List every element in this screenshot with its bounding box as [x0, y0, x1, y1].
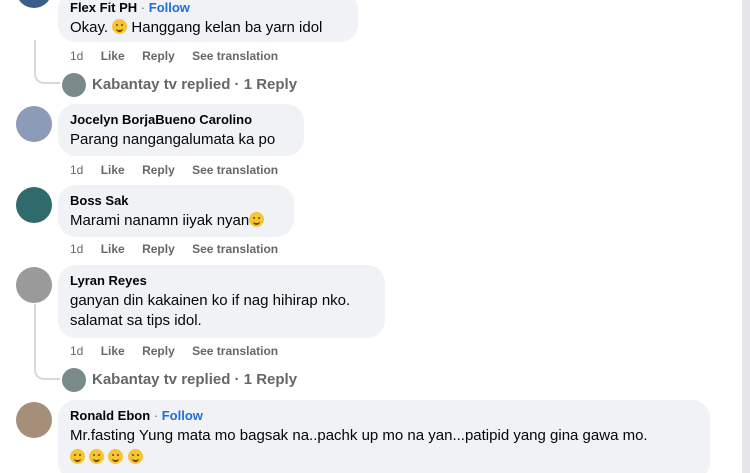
see-translation-link[interactable]: See translation [192, 344, 278, 358]
comment-bubble: Jocelyn BorjaBueno Carolino Parang nanga… [58, 104, 304, 156]
comment-actions: 1d Like Reply See translation [70, 162, 292, 178]
grin-emoji-icon [70, 449, 85, 464]
reply-button[interactable]: Reply [142, 49, 175, 63]
comment-bubble: Lyran Reyes ganyan din kakainen ko if na… [58, 265, 385, 338]
comment-jocelyn: Jocelyn BorjaBueno Carolino Parang nanga… [0, 104, 740, 184]
follow-link[interactable]: Follow [149, 0, 190, 15]
comment-actions: 1d Like Reply See translation [70, 343, 292, 359]
comment-time[interactable]: 1d [70, 242, 83, 256]
comment-author-line: Flex Fit PH · Follow [70, 0, 190, 15]
reply-avatar [62, 73, 86, 97]
like-button[interactable]: Like [101, 242, 125, 256]
avatar[interactable] [16, 402, 52, 438]
like-button[interactable]: Like [101, 49, 125, 63]
comment-actions: 1d Like Reply See translation [70, 241, 292, 257]
reply-button[interactable]: Reply [142, 163, 175, 177]
smile-emoji-icon [112, 19, 128, 34]
comment-ronald-ebon: Ronald Ebon · Follow Mr.fasting Yung mat… [0, 400, 740, 473]
see-translation-link[interactable]: See translation [192, 242, 278, 256]
comment-text: Parang nangangalumata ka po [70, 131, 276, 148]
comment-bubble: Flex Fit PH · Follow Okay. Hanggang kela… [58, 0, 358, 42]
comment-text: Marami nanamn iiyak nyan [70, 211, 282, 231]
laughing-emoji-icon [89, 449, 105, 464]
comment-author-line: Ronald Ebon · Follow [70, 408, 203, 423]
avatar[interactable] [16, 267, 52, 303]
author-name[interactable]: Flex Fit PH [70, 0, 137, 15]
like-button[interactable]: Like [101, 344, 125, 358]
reply-avatar [62, 368, 86, 392]
view-replies-link[interactable]: Kabantay tv replied · 1 Reply [62, 73, 297, 97]
view-replies-link[interactable]: Kabantay tv replied · 1 Reply [62, 368, 297, 392]
see-translation-link[interactable]: See translation [192, 49, 278, 63]
follow-link[interactable]: Follow [162, 408, 203, 423]
see-translation-link[interactable]: See translation [192, 163, 278, 177]
comment-text: Mr.fasting Yung mata mo bagsak na..pachk… [70, 427, 648, 444]
comment-bubble: Ronald Ebon · Follow Mr.fasting Yung mat… [58, 400, 710, 473]
scrollbar-track[interactable] [742, 0, 750, 473]
comment-lyran-reyes: Lyran Reyes ganyan din kakainen ko if na… [0, 265, 740, 365]
comment-bubble: Boss Sak Marami nanamn iiyak nyan [58, 185, 294, 237]
comment-time[interactable]: 1d [70, 49, 83, 63]
thread-line [34, 304, 60, 380]
comment-text-line2: salamat sa tips idol. [70, 312, 202, 329]
reply-button[interactable]: Reply [142, 344, 175, 358]
comment-boss-sak: Boss Sak Marami nanamn iiyak nyan 1d Lik… [0, 185, 740, 265]
comment-time[interactable]: 1d [70, 163, 83, 177]
smile-emoji-icon [127, 449, 143, 464]
comment-text-line1: ganyan din kakainen ko if nag hihirap nk… [70, 292, 351, 309]
rofl-emoji-icon [108, 449, 124, 464]
comment-text: Okay. Hanggang kelan ba yarn idol [70, 19, 323, 36]
grin-emoji-icon [249, 212, 265, 227]
author-name[interactable]: Ronald Ebon [70, 408, 150, 423]
reply-button[interactable]: Reply [142, 242, 175, 256]
avatar[interactable] [16, 106, 52, 142]
like-button[interactable]: Like [101, 163, 125, 177]
emoji-row [70, 448, 698, 468]
comment-flex-fit-ph: Flex Fit PH · Follow Okay. Hanggang kela… [0, 0, 740, 78]
comment-time[interactable]: 1d [70, 344, 83, 358]
author-name[interactable]: Jocelyn BorjaBueno Carolino [70, 112, 292, 128]
author-name[interactable]: Lyran Reyes [70, 273, 373, 289]
avatar[interactable] [16, 187, 52, 223]
comment-actions: 1d Like Reply See translation [70, 48, 292, 64]
author-name[interactable]: Boss Sak [70, 193, 282, 209]
avatar[interactable] [16, 0, 52, 8]
thread-line [34, 40, 60, 84]
